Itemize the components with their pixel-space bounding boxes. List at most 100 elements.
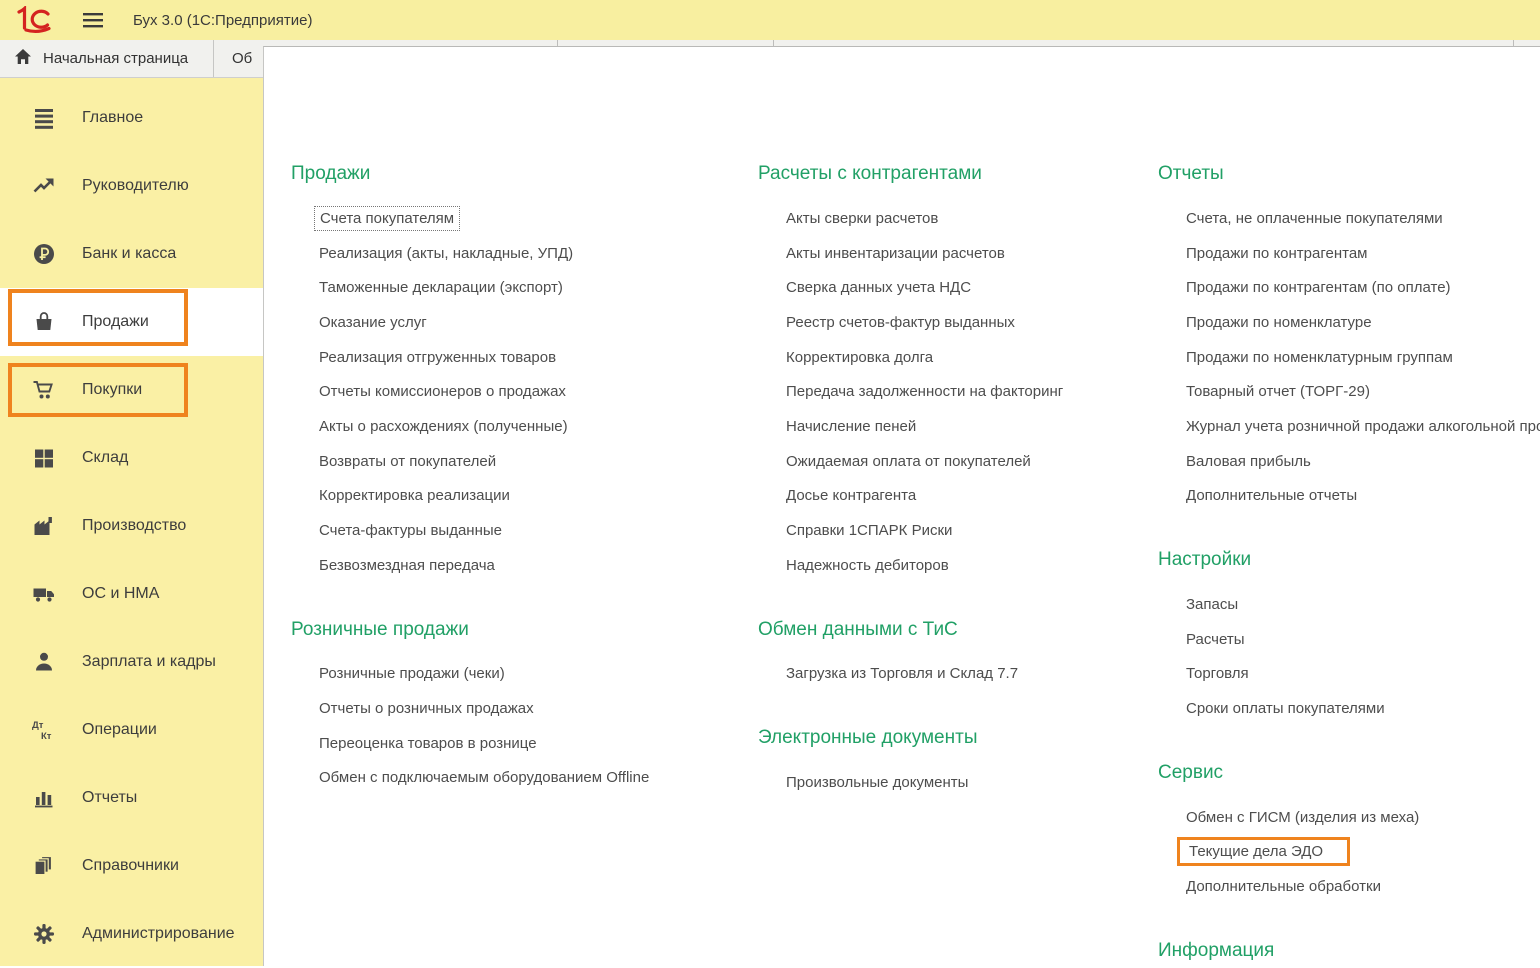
menu-link[interactable]: Розничные продажи (чеки) (319, 657, 751, 692)
section-e-documents: Электронные документыПроизвольные докуме… (758, 727, 1153, 800)
menu-link[interactable]: Акты сверки расчетов (786, 201, 1153, 236)
menu-link[interactable]: Отчеты комиссионеров о продажах (319, 374, 751, 409)
person-icon (30, 650, 57, 674)
sidebar-item-label: Зарплата и кадры (82, 653, 216, 671)
sidebar-item-purchases[interactable]: Покупки (0, 356, 263, 424)
section-title-settlements: Расчеты с контрагентами (758, 163, 1153, 189)
sidebar-item-manager[interactable]: Руководителю (0, 152, 263, 220)
menu-link[interactable]: Корректировка долга (786, 340, 1153, 375)
menu-link[interactable]: Журнал учета розничной продажи алкогольн… (1186, 409, 1540, 444)
menu-link-label: Обмен с ГИСМ (изделия из меха) (1186, 809, 1419, 826)
sidebar-item-label: Операции (82, 721, 157, 739)
section-items: Акты сверки расчетовАкты инвентаризации … (758, 201, 1153, 583)
window-titlebar: Бух 3.0 (1С:Предприятие) (0, 0, 1540, 40)
menu-link[interactable]: Отчеты о розничных продажах (319, 691, 751, 726)
menu-link[interactable]: Надежность дебиторов (786, 548, 1153, 583)
sidebar-item-bank-cash[interactable]: Банк и касса (0, 220, 263, 288)
section-tis-exchange: Обмен данными с ТиС Загрузка из Торговля … (758, 619, 1153, 692)
menu-link[interactable]: Счета-фактуры выданные (319, 513, 751, 548)
section-title-tis-exchange: Обмен данными с ТиС (758, 619, 1153, 645)
section-retail-sales: Розничные продажиРозничные продажи (чеки… (291, 619, 751, 796)
section-title-information: Информация (1158, 940, 1540, 966)
menu-link[interactable]: Продажи по контрагентам (1186, 236, 1540, 271)
menu-link[interactable]: Товарный отчет (ТОРГ-29) (1186, 374, 1540, 409)
menu-link-label: Журнал учета розничной продажи алкогольн… (1186, 418, 1540, 435)
menu-link[interactable]: Текущие дела ЭДО (1186, 835, 1540, 870)
menu-link[interactable]: Возвраты от покупателей (319, 444, 751, 479)
menu-link-label: Ожидаемая оплата от покупателей (786, 453, 1031, 470)
menu-link[interactable]: Валовая прибыль (1186, 444, 1540, 479)
sidebar-item-warehouse[interactable]: Склад (0, 424, 263, 492)
menu-link[interactable]: Начисление пеней (786, 409, 1153, 444)
menu-link[interactable]: Продажи по контрагентам (по оплате) (1186, 270, 1540, 305)
menu-link[interactable]: Продажи по номенклатурным группам (1186, 340, 1540, 375)
menu-link[interactable]: Реализация (акты, накладные, УПД) (319, 236, 751, 271)
tab-label: Начальная страница (43, 50, 188, 67)
truck-icon (30, 582, 57, 606)
menu-link[interactable]: Загрузка из Торговля и Склад 7.7 (786, 657, 1153, 692)
sidebar-item-label: Покупки (82, 381, 142, 399)
menu-link[interactable]: Запасы (1186, 587, 1540, 622)
section-reports: ОтчетыСчета, не оплаченные покупателямиП… (1158, 163, 1540, 513)
shopping-bag-icon (30, 310, 57, 334)
menu-link-label: Счета покупателям (314, 206, 460, 231)
menu-link-label: Товарный отчет (ТОРГ-29) (1186, 383, 1370, 400)
menu-link[interactable]: Справки 1СПАРК Риски (786, 513, 1153, 548)
sidebar-item-production[interactable]: Производство (0, 492, 263, 560)
sidebar-item-fixed-assets[interactable]: ОС и НМА (0, 560, 263, 628)
menu-column-3: ОтчетыСчета, не оплаченные покупателямиП… (1158, 47, 1540, 966)
menu-link-label: Сроки оплаты покупателями (1186, 700, 1385, 717)
sidebar-item-operations[interactable]: ДтКтОперации (0, 696, 263, 764)
sidebar-item-label: Производство (82, 517, 186, 535)
menu-link[interactable]: Безвозмездная передача (319, 548, 751, 583)
menu-link[interactable]: Акты о расхождениях (полученные) (319, 409, 751, 444)
menu-link-label: Возвраты от покупателей (319, 453, 496, 470)
menu-link[interactable]: Корректировка реализации (319, 479, 751, 514)
sales-menu-panel: ПродажиСчета покупателямРеализация (акты… (263, 46, 1540, 966)
menu-link[interactable]: Обмен с подключаемым оборудованием Offli… (319, 761, 751, 796)
menu-link[interactable]: Досье контрагента (786, 479, 1153, 514)
ruble-circle-icon (30, 242, 57, 266)
menu-column-2: Расчеты с контрагентами Акты сверки расче… (758, 47, 1153, 966)
menu-link[interactable]: Реализация отгруженных товаров (319, 340, 751, 375)
menu-link[interactable]: Сверка данных учета НДС (786, 270, 1153, 305)
menu-link-label: Продажи по номенклатуре (1186, 314, 1372, 331)
menu-link-label: Передача задолженности на факторинг (786, 383, 1063, 400)
menu-link[interactable]: Ожидаемая оплата от покупателей (786, 444, 1153, 479)
section-service: Сервис Обмен с ГИСМ (изделия из меха) Теку… (1158, 762, 1540, 904)
hamburger-menu-icon[interactable] (81, 10, 105, 30)
menu-link[interactable]: Счета покупателям (319, 201, 751, 236)
sidebar-item-directories[interactable]: Справочники (0, 832, 263, 900)
grid-icon (30, 446, 57, 470)
menu-link[interactable]: Расчеты (1186, 622, 1540, 657)
menu-link[interactable]: Оказание услуг (319, 305, 751, 340)
menu-link[interactable]: Обмен с ГИСМ (изделия из меха) (1186, 800, 1540, 835)
menu-link[interactable]: Сроки оплаты покупателями (1186, 691, 1540, 726)
sidebar-item-payroll-hr[interactable]: Зарплата и кадры (0, 628, 263, 696)
tab-home-page[interactable]: Начальная страница (0, 40, 214, 77)
menu-lines-icon (30, 106, 57, 130)
section-title-service: Сервис (1158, 762, 1540, 788)
trend-up-icon (30, 174, 57, 198)
menu-link[interactable]: Счета, не оплаченные покупателями (1186, 201, 1540, 236)
menu-link[interactable]: Дополнительные отчеты (1186, 479, 1540, 514)
menu-link[interactable]: Передача задолженности на факторинг (786, 374, 1153, 409)
section-settlements: Расчеты с контрагентами Акты сверки расче… (758, 163, 1153, 583)
menu-link[interactable]: Таможенные декларации (экспорт) (319, 270, 751, 305)
sidebar-item-reports[interactable]: Отчеты (0, 764, 263, 832)
menu-link[interactable]: Торговля (1186, 657, 1540, 692)
menu-link[interactable]: Произвольные документы (786, 765, 1153, 800)
factory-icon (30, 514, 57, 538)
sidebar-item-sales[interactable]: Продажи (0, 288, 263, 356)
sidebar-item-label: Администрирование (82, 925, 235, 943)
sidebar-item-main[interactable]: Главное (0, 84, 263, 152)
menu-link[interactable]: Дополнительные обработки (1186, 869, 1540, 904)
menu-link[interactable]: Переоценка товаров в рознице (319, 726, 751, 761)
section-information: Информация (1158, 940, 1540, 966)
sidebar-item-administration[interactable]: Администрирование (0, 900, 263, 968)
sidebar-item-label: Справочники (82, 857, 179, 875)
section-items: Счета, не оплаченные покупателямиПродажи… (1158, 201, 1540, 513)
menu-link[interactable]: Реестр счетов-фактур выданных (786, 305, 1153, 340)
menu-link[interactable]: Продажи по номенклатуре (1186, 305, 1540, 340)
menu-link[interactable]: Акты инвентаризации расчетов (786, 236, 1153, 271)
